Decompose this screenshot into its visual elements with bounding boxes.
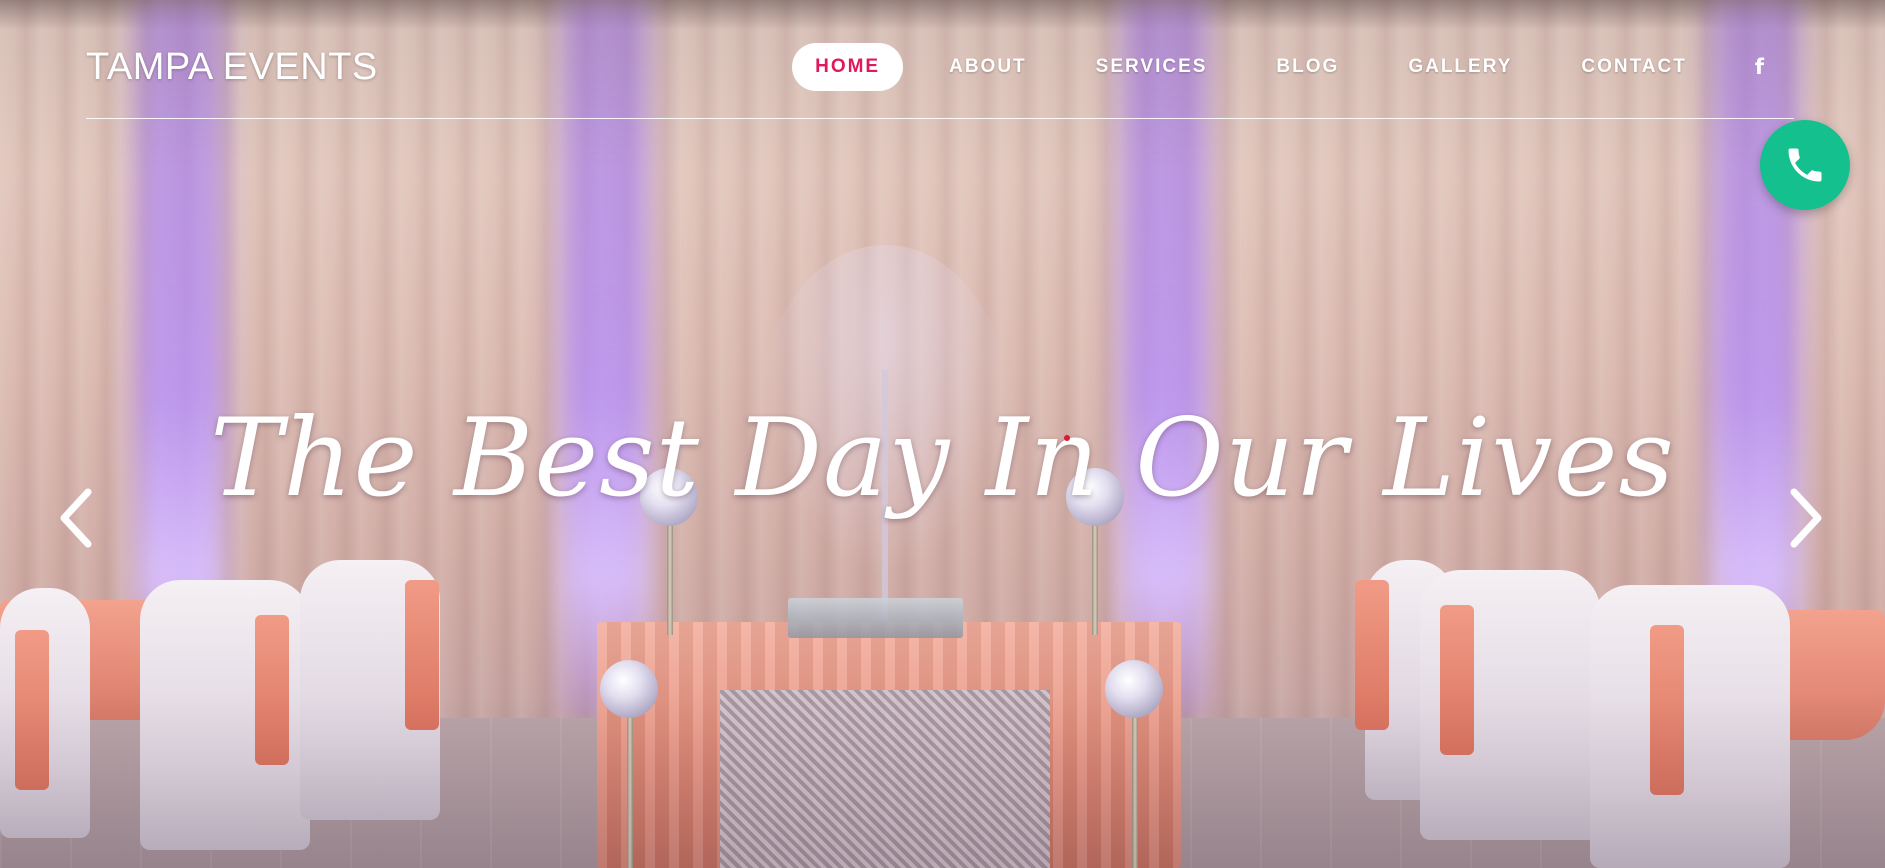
nav-item-blog[interactable]: BLOG [1253, 43, 1362, 91]
facebook-icon[interactable]: f [1755, 55, 1764, 79]
chevron-left-icon [60, 488, 92, 548]
call-button[interactable] [1760, 120, 1850, 210]
hero-title: The Best Day In Our Lives [210, 396, 1675, 521]
nav-item-services[interactable]: SERVICES [1073, 43, 1231, 91]
site-logo-text[interactable]: TAMPA EVENTS [86, 46, 378, 89]
cursor-marker [1064, 435, 1070, 441]
main-nav: HOME ABOUT SERVICES BLOG GALLERY CONTACT… [769, 43, 1764, 91]
header-divider [86, 118, 1794, 119]
chevron-right-icon [1790, 488, 1822, 548]
nav-item-gallery[interactable]: GALLERY [1385, 43, 1535, 91]
site-header: TAMPA EVENTS HOME ABOUT SERVICES BLOG GA… [86, 0, 1794, 120]
slider-next-button[interactable] [1778, 480, 1832, 556]
nav-item-about[interactable]: ABOUT [926, 43, 1050, 91]
phone-icon [1788, 148, 1822, 182]
nav-item-contact[interactable]: CONTACT [1558, 43, 1709, 91]
nav-item-home[interactable]: HOME [792, 43, 904, 91]
slider-prev-button[interactable] [50, 480, 104, 556]
